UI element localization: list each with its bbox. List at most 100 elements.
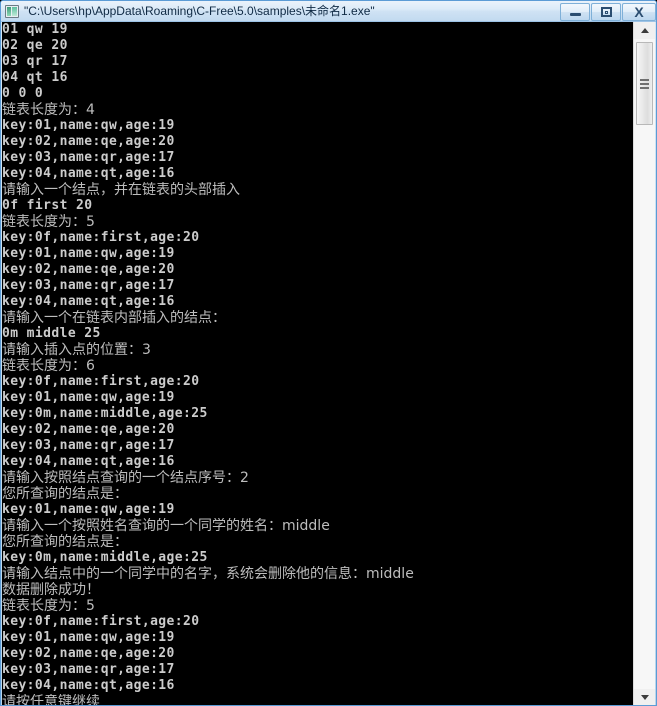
console-line: 0m middle 25 <box>2 326 635 342</box>
console-line-text: key:0m,name:middle,age:25 <box>2 550 208 565</box>
console-line: 01 qw 19 <box>2 22 635 38</box>
console-line: key:01,name:qw,age:19 <box>2 390 635 406</box>
console-line: 请输入一个结点，并在链表的头部插入 <box>2 182 635 198</box>
app-icon-right-bar <box>12 6 17 16</box>
console-line: key:03,name:qr,age:17 <box>2 150 635 166</box>
console-line-text: key:03,name:qr,age:17 <box>2 278 175 293</box>
console-line: 0 0 0 <box>2 86 635 102</box>
console-line-text: 0 0 0 <box>2 86 44 101</box>
console-line: 04 qt 16 <box>2 70 635 86</box>
console-line-text: 请输入一个结点，并在链表的头部插入 <box>2 182 240 198</box>
console-line-text: 请输入插入点的位置：3 <box>2 342 151 358</box>
console-line-text: 您所查询的结点是： <box>2 486 128 502</box>
console-app-icon <box>5 4 19 18</box>
console-line: 请输入一个按照姓名查询的一个同学的姓名：middle <box>2 518 635 534</box>
console-line-text: key:04,name:qt,age:16 <box>2 454 175 469</box>
console-line: key:0m,name:middle,age:25 <box>2 550 635 566</box>
console-line-text: key:03,name:qr,age:17 <box>2 438 175 453</box>
console-line: key:04,name:qt,age:16 <box>2 166 635 182</box>
console-output-area[interactable]: 01 qw 19 02 qe 20 03 qr 17 04 qt 16 0 0 0 链表长… <box>2 22 635 706</box>
console-line: key:04,name:qt,age:16 <box>2 454 635 470</box>
console-line: 您所查询的结点是： <box>2 486 635 502</box>
vertical-scrollbar[interactable] <box>633 22 655 705</box>
console-line-text: key:01,name:qw,age:19 <box>2 630 175 645</box>
console-line-text: 链表长度为：6 <box>2 358 95 374</box>
console-line-text: 02 qe 20 <box>2 38 68 53</box>
console-line-text: key:02,name:qe,age:20 <box>2 422 175 437</box>
restore-icon <box>600 6 612 17</box>
close-button[interactable]: X <box>622 2 656 21</box>
console-line-text: 链表长度为：5 <box>2 598 95 614</box>
console-line: key:0f,name:first,age:20 <box>2 614 635 630</box>
console-line-text: 请输入一个在链表内部插入的结点： <box>2 310 226 326</box>
console-line-text: 链表长度为：4 <box>2 102 95 118</box>
console-line-text: 01 qw 19 <box>2 22 68 37</box>
console-line-text: 03 qr 17 <box>2 54 68 69</box>
console-line-text: key:03,name:qr,age:17 <box>2 150 175 165</box>
console-line: key:02,name:qe,age:20 <box>2 646 635 662</box>
console-line: key:0m,name:middle,age:25 <box>2 406 635 422</box>
console-line: key:03,name:qr,age:17 <box>2 278 635 294</box>
scrollbar-thumb[interactable] <box>636 42 653 125</box>
console-line-text: key:04,name:qt,age:16 <box>2 166 175 181</box>
console-line-text: 0m middle 25 <box>2 326 101 341</box>
console-line-text: 您所查询的结点是： <box>2 534 128 550</box>
console-line-text: 链表长度为：5 <box>2 214 95 230</box>
console-line: key:03,name:qr,age:17 <box>2 662 635 678</box>
scroll-down-button[interactable] <box>634 689 655 705</box>
console-line: 02 qe 20 <box>2 38 635 54</box>
console-line: 链表长度为：4 <box>2 102 635 118</box>
console-line: key:04,name:qt,age:16 <box>2 294 635 310</box>
window-title: "C:\Users\hp\AppData\Roaming\C-Free\5.0\… <box>24 3 375 18</box>
console-line-text: key:02,name:qe,age:20 <box>2 646 175 661</box>
minimize-button[interactable] <box>560 2 590 21</box>
console-line-text: 数据删除成功！ <box>2 582 100 598</box>
console-text-buffer: 01 qw 19 02 qe 20 03 qr 17 04 qt 16 0 0 0 链表长… <box>2 22 635 706</box>
scroll-down-arrow-icon <box>640 695 649 700</box>
console-line-text: 请输入一个按照姓名查询的一个同学的姓名：middle <box>2 518 330 534</box>
scrollbar-grip-icon <box>640 78 649 89</box>
console-line: key:02,name:qe,age:20 <box>2 422 635 438</box>
console-line-text: key:01,name:qw,age:19 <box>2 246 175 261</box>
console-line: 数据删除成功！ <box>2 582 635 598</box>
close-icon: X <box>634 3 644 20</box>
console-line: 链表长度为：6 <box>2 358 635 374</box>
console-line-text: key:01,name:qw,age:19 <box>2 118 175 133</box>
console-line: key:01,name:qw,age:19 <box>2 630 635 646</box>
console-line-text: key:0m,name:middle,age:25 <box>2 406 208 421</box>
scroll-up-arrow-icon <box>640 28 649 33</box>
console-line-text: 04 qt 16 <box>2 70 68 85</box>
console-line: key:01,name:qw,age:19 <box>2 246 635 262</box>
title-bar[interactable]: "C:\Users\hp\AppData\Roaming\C-Free\5.0\… <box>1 1 656 22</box>
console-window: "C:\Users\hp\AppData\Roaming\C-Free\5.0\… <box>0 0 657 706</box>
console-line-text: 请输入按照结点查询的一个结点序号：2 <box>2 470 249 486</box>
scrollbar-track[interactable] <box>634 39 655 689</box>
console-line-text: key:02,name:qe,age:20 <box>2 134 175 149</box>
console-line-text: key:02,name:qe,age:20 <box>2 262 175 277</box>
console-line: key:03,name:qr,age:17 <box>2 438 635 454</box>
console-line: 请按任意键继续 <box>2 694 635 706</box>
console-line: 链表长度为：5 <box>2 214 635 230</box>
console-line: key:0f,name:first,age:20 <box>2 230 635 246</box>
maximize-restore-button[interactable] <box>591 2 621 21</box>
console-line: 请输入按照结点查询的一个结点序号：2 <box>2 470 635 486</box>
console-line-text: key:03,name:qr,age:17 <box>2 662 175 677</box>
scroll-up-button[interactable] <box>634 22 655 39</box>
console-line-text: 请按任意键继续 <box>2 694 100 706</box>
window-controls: X <box>559 2 656 21</box>
console-line-text: key:04,name:qt,age:16 <box>2 678 175 693</box>
console-line: key:02,name:qe,age:20 <box>2 262 635 278</box>
console-line-text: key:04,name:qt,age:16 <box>2 294 175 309</box>
console-line-text: key:01,name:qw,age:19 <box>2 390 175 405</box>
console-line-text: key:0f,name:first,age:20 <box>2 230 200 245</box>
minimize-icon <box>569 13 581 16</box>
console-line: 请输入一个在链表内部插入的结点： <box>2 310 635 326</box>
console-line-text: key:0f,name:first,age:20 <box>2 374 200 389</box>
console-line: 请输入插入点的位置：3 <box>2 342 635 358</box>
console-line: key:01,name:qw,age:19 <box>2 502 635 518</box>
console-line-text: 0f first 20 <box>2 198 93 213</box>
console-line: 请输入结点中的一个同学中的名字，系统会删除他的信息：middle <box>2 566 635 582</box>
console-line-text: key:0f,name:first,age:20 <box>2 614 200 629</box>
console-line: 0f first 20 <box>2 198 635 214</box>
app-icon-left-bar <box>7 6 11 16</box>
